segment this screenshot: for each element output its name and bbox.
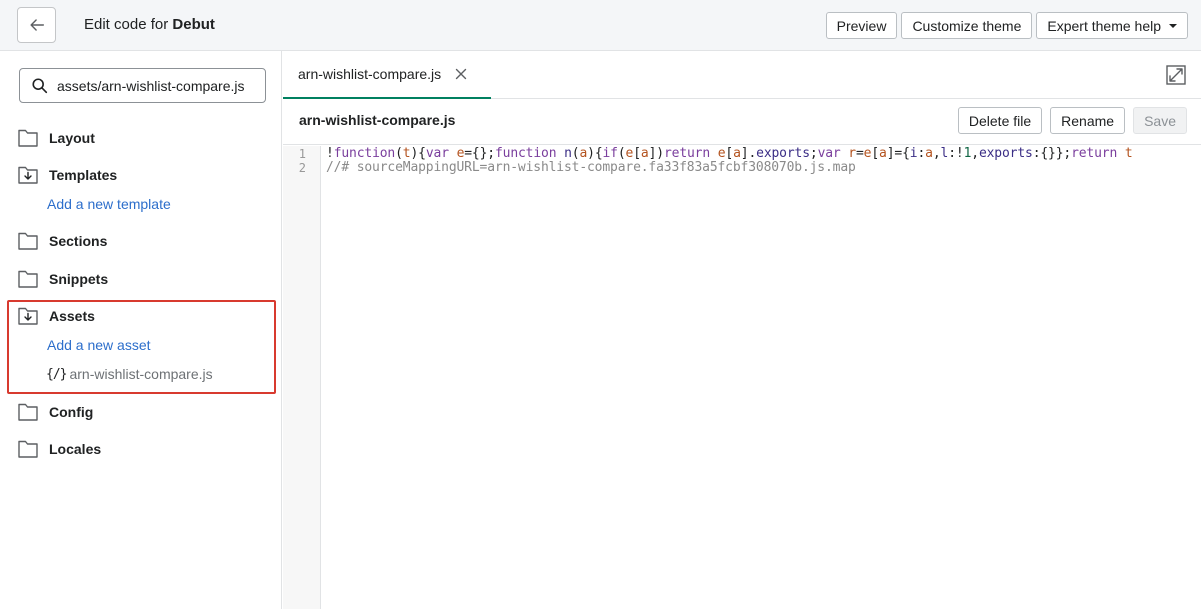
code-file-icon: {/} <box>46 366 68 382</box>
line-number: 1 <box>298 147 306 161</box>
code-token: :{}}; <box>1032 146 1072 161</box>
folder-snippets[interactable]: Snippets <box>18 268 108 290</box>
tab-arn-wishlist-compare[interactable]: arn-wishlist-compare.js <box>283 51 491 99</box>
folder-icon <box>18 270 38 288</box>
folder-label: Locales <box>49 441 102 457</box>
code-token: a <box>640 146 649 161</box>
folder-icon <box>18 403 38 421</box>
folder-icon <box>18 232 38 250</box>
code-token: , <box>971 146 979 161</box>
code-line: //# sourceMappingURL=arn-wishlist-compar… <box>326 160 856 175</box>
code-token: a <box>579 146 588 161</box>
code-token: return <box>663 146 711 161</box>
file-name: arn-wishlist-compare.js <box>299 112 456 128</box>
code-token: ){ <box>587 146 603 161</box>
code-token: [ <box>633 146 641 161</box>
code-token: [ <box>725 146 734 161</box>
page-title-prefix: Edit code for <box>84 16 169 33</box>
code-token: ! <box>326 146 334 161</box>
folder-label: Config <box>49 404 94 420</box>
code-line: !function(t){var e={};function n(a){if(e… <box>326 146 1133 161</box>
expert-theme-help-button[interactable]: Expert theme help <box>1036 12 1188 39</box>
top-bar: Edit code for Debut Preview Customize th… <box>0 0 1201 51</box>
expand-icon[interactable] <box>1166 65 1186 85</box>
code-token: r <box>848 146 856 161</box>
code-token: ; <box>809 146 818 161</box>
folder-assets[interactable]: Assets <box>18 305 95 327</box>
caret-down-icon <box>1169 23 1177 28</box>
code-token: :! <box>948 146 964 161</box>
search-input[interactable] <box>57 69 265 102</box>
editor-tab-bar: arn-wishlist-compare.js <box>283 51 1201 99</box>
page-title: Edit code for Debut <box>84 16 215 33</box>
folder-label: Assets <box>49 308 95 324</box>
folder-icon <box>18 129 38 147</box>
folder-layout[interactable]: Layout <box>18 127 95 149</box>
rename-button[interactable]: Rename <box>1050 107 1126 134</box>
file-search[interactable] <box>19 68 266 103</box>
line-number-gutter: 1 2 <box>283 146 321 609</box>
code-token: exports <box>756 146 810 161</box>
code-token: ( <box>617 146 626 161</box>
code-token: function <box>333 146 396 161</box>
code-token: : <box>917 146 926 161</box>
folder-label: Templates <box>49 167 118 183</box>
code-token: = <box>855 146 864 161</box>
customize-theme-button[interactable]: Customize theme <box>901 12 1033 39</box>
code-token: ]. <box>740 146 757 161</box>
code-token: ]={ <box>886 146 910 161</box>
add-asset-link[interactable]: Add a new asset <box>47 337 151 353</box>
code-token: t <box>1117 146 1133 161</box>
code-token: n <box>564 146 572 161</box>
code-token: , <box>932 146 941 161</box>
save-button[interactable]: Save <box>1133 107 1187 134</box>
close-icon[interactable] <box>455 68 467 80</box>
theme-name: Debut <box>172 16 215 33</box>
folder-locales[interactable]: Locales <box>18 438 101 460</box>
folder-download-icon <box>18 307 38 325</box>
folder-templates[interactable]: Templates <box>18 164 117 186</box>
top-actions: Preview Customize theme Expert theme hel… <box>825 12 1188 39</box>
code-editor[interactable]: 1 2 !function(t){var e={};function n(a){… <box>283 146 1201 609</box>
file-header: arn-wishlist-compare.js Delete file Rena… <box>283 99 1201 145</box>
code-token: ={}; <box>464 146 495 161</box>
folder-config[interactable]: Config <box>18 401 93 423</box>
back-button[interactable] <box>17 7 56 43</box>
code-token: a <box>733 146 741 161</box>
folder-icon <box>18 440 38 458</box>
code-token: a <box>879 146 887 161</box>
folder-label: Layout <box>49 130 95 146</box>
asset-file-item[interactable]: {/} arn-wishlist-compare.js <box>46 366 213 382</box>
code-token: return <box>1071 146 1118 161</box>
arrow-left-icon <box>29 19 44 31</box>
code-token: exports <box>978 146 1033 161</box>
code-token: a <box>925 146 933 161</box>
folder-label: Snippets <box>49 271 109 287</box>
line-number: 2 <box>298 161 306 175</box>
file-actions: Delete file Rename Save <box>957 107 1187 134</box>
code-token: ]) <box>648 146 665 161</box>
code-token: function <box>494 146 557 161</box>
folder-download-icon <box>18 166 38 184</box>
expert-theme-help-label: Expert theme help <box>1047 17 1161 34</box>
add-template-link[interactable]: Add a new template <box>47 196 171 212</box>
code-token: ){ <box>410 146 426 161</box>
search-icon <box>32 78 48 94</box>
code-token: var <box>425 146 449 161</box>
tab-label: arn-wishlist-compare.js <box>298 66 442 82</box>
preview-button[interactable]: Preview <box>825 12 898 39</box>
code-token: if <box>602 146 619 161</box>
code-token: var <box>817 146 841 161</box>
asset-file-label: arn-wishlist-compare.js <box>69 366 213 382</box>
file-sidebar: Layout Templates Add a new template Sect… <box>0 51 282 609</box>
folder-label: Sections <box>49 233 108 249</box>
folder-sections[interactable]: Sections <box>18 230 107 252</box>
code-token: ( <box>395 146 403 161</box>
code-token: [ <box>871 146 880 161</box>
delete-file-button[interactable]: Delete file <box>957 107 1043 134</box>
